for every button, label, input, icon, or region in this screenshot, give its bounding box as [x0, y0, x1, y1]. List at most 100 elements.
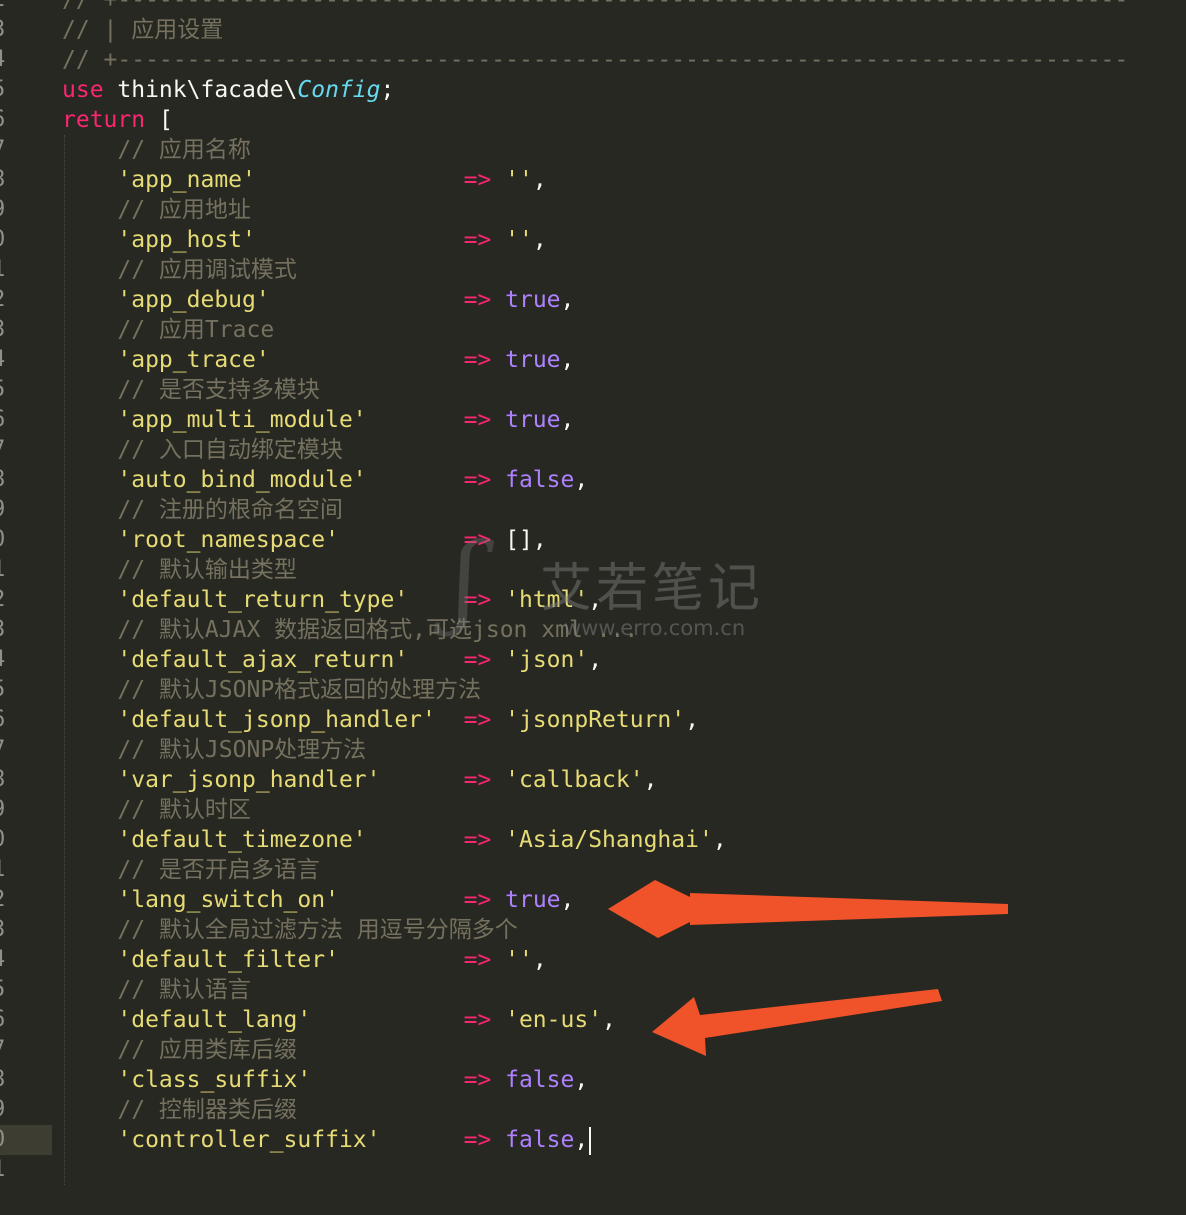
code-line[interactable]: 8 'app_name' => '',	[0, 165, 1186, 195]
line-code[interactable]: use think\facade\Config;	[62, 75, 394, 105]
line-code[interactable]: // 是否开启多语言	[62, 855, 320, 885]
code-line[interactable]: 7 // 入口自动绑定模块	[0, 435, 1186, 465]
code-line[interactable]: 0 'app_host' => '',	[0, 225, 1186, 255]
code-line[interactable]: 9 // 控制器类后缀	[0, 1095, 1186, 1125]
line-code[interactable]: // 默认全局过滤方法 用逗号分隔多个	[62, 915, 517, 945]
line-code[interactable]: // 默认输出类型	[62, 555, 297, 585]
code-token: 'json'	[491, 647, 589, 673]
code-line[interactable]: 3 // 应用Trace	[0, 315, 1186, 345]
code-line[interactable]: 0 'root_namespace' => [],	[0, 525, 1186, 555]
code-line[interactable]: 5 // 默认JSONP格式返回的处理方法	[0, 675, 1186, 705]
line-code[interactable]: // 应用调试模式	[62, 255, 297, 285]
line-code[interactable]: 'app_multi_module' => true,	[62, 405, 574, 435]
code-line[interactable]: 5 // 默认语言	[0, 975, 1186, 1005]
code-line[interactable]: 7 // 默认JSONP处理方法	[0, 735, 1186, 765]
code-token: ,	[532, 227, 547, 253]
code-token: // 应用类库后缀	[62, 1037, 297, 1063]
line-number: 9	[0, 795, 12, 825]
code-line[interactable]: 6 'default_jsonp_handler' => 'jsonpRetur…	[0, 705, 1186, 735]
code-editor[interactable]: 2 // +-----------------------------------…	[0, 0, 1186, 1215]
line-code[interactable]: 'default_jsonp_handler' => 'jsonpReturn'…	[62, 705, 699, 735]
code-line[interactable]: 4 // +-----------------------------------…	[0, 45, 1186, 75]
code-line[interactable]: 2 'app_debug' => true,	[0, 285, 1186, 315]
code-token: // 默认JSONP格式返回的处理方法	[62, 677, 482, 703]
line-code[interactable]: 'default_filter' => '',	[62, 945, 546, 975]
code-line[interactable]: 1 // 默认输出类型	[0, 555, 1186, 585]
line-code[interactable]: // 入口自动绑定模块	[62, 435, 343, 465]
line-code[interactable]: 'default_ajax_return' => 'json',	[62, 645, 602, 675]
line-code[interactable]: // 应用地址	[62, 195, 251, 225]
line-code[interactable]: // 默认JSONP处理方法	[62, 735, 366, 765]
line-code[interactable]: 'controller_suffix' => false,	[62, 1125, 592, 1155]
code-line[interactable]: 3 // | 应用设置	[0, 15, 1186, 45]
code-line[interactable]: 9 // 注册的根命名空间	[0, 495, 1186, 525]
line-code[interactable]: 'class_suffix' => false,	[62, 1065, 588, 1095]
code-token: // 应用Trace	[62, 317, 275, 343]
line-code[interactable]: // 默认JSONP格式返回的处理方法	[62, 675, 481, 705]
code-line[interactable]: 5 use think\facade\Config;	[0, 75, 1186, 105]
line-code[interactable]: 'app_host' => '',	[62, 225, 547, 255]
code-line[interactable]: 6 'app_multi_module' => true,	[0, 405, 1186, 435]
code-line[interactable]: 8 'class_suffix' => false,	[0, 1065, 1186, 1095]
line-code[interactable]: // +------------------------------------…	[62, 45, 1128, 75]
line-code[interactable]: 'default_lang' => 'en-us',	[62, 1005, 616, 1035]
code-line[interactable]: 0 'default_timezone' => 'Asia/Shanghai',	[0, 825, 1186, 855]
code-token: ,	[588, 587, 603, 613]
code-line[interactable]: 7 // 应用名称	[0, 135, 1186, 165]
code-token: // 应用调试模式	[62, 257, 297, 283]
code-line[interactable]: 4 'default_ajax_return' => 'json',	[0, 645, 1186, 675]
line-code[interactable]: // 默认语言	[62, 975, 251, 1005]
code-line[interactable]: 1	[0, 1155, 1186, 1185]
line-code[interactable]: 'auto_bind_module' => false,	[62, 465, 588, 495]
line-code[interactable]: // | 应用设置	[62, 15, 223, 45]
line-code[interactable]: // 控制器类后缀	[62, 1095, 297, 1125]
code-line[interactable]: 2 'lang_switch_on' => true,	[0, 885, 1186, 915]
code-line[interactable]: 2 'default_return_type' => 'html',	[0, 585, 1186, 615]
code-line[interactable]: 6 'default_lang' => 'en-us',	[0, 1005, 1186, 1035]
code-line[interactable]: 5 // 是否支持多模块	[0, 375, 1186, 405]
code-line[interactable]: 9 // 默认时区	[0, 795, 1186, 825]
line-number: 9	[0, 495, 12, 525]
code-line[interactable]: 1 // 是否开启多语言	[0, 855, 1186, 885]
line-number: 7	[0, 1035, 12, 1065]
line-code[interactable]: // 默认时区	[62, 795, 251, 825]
line-code[interactable]: 'app_debug' => true,	[62, 285, 574, 315]
code-token: // +------------------------------------…	[62, 0, 1129, 13]
line-code[interactable]: // 应用类库后缀	[62, 1035, 297, 1065]
line-code[interactable]: 'root_namespace' => [],	[62, 525, 546, 555]
line-code[interactable]: 'var_jsonp_handler' => 'callback',	[62, 765, 657, 795]
code-token: 'jsonpReturn'	[491, 707, 686, 733]
code-line[interactable]: 3 // 默认AJAX 数据返回格式,可选json xml ...	[0, 615, 1186, 645]
code-line[interactable]: 8 'auto_bind_module' => false,	[0, 465, 1186, 495]
line-number: 8	[0, 1065, 12, 1095]
code-line[interactable]: 2 // +-----------------------------------…	[0, 0, 1186, 15]
code-token: // 默认JSONP处理方法	[62, 737, 367, 763]
code-token: =>	[338, 947, 492, 973]
line-code[interactable]: 'lang_switch_on' => true,	[62, 885, 574, 915]
code-token: 'html'	[491, 587, 589, 613]
code-line[interactable]: 6 return [	[0, 105, 1186, 135]
code-line[interactable]: 0 'controller_suffix' => false,	[0, 1125, 1186, 1155]
code-line[interactable]: 4 'default_filter' => '',	[0, 945, 1186, 975]
code-token: 'app_debug'	[62, 287, 270, 313]
line-number: 5	[0, 975, 12, 1005]
line-code[interactable]: 'app_trace' => true,	[62, 345, 574, 375]
line-code[interactable]: // 默认AJAX 数据返回格式,可选json xml ...	[62, 615, 638, 645]
line-code[interactable]: // +------------------------------------…	[62, 0, 1128, 15]
line-code[interactable]: // 应用Trace	[62, 315, 274, 345]
code-line[interactable]: 7 // 应用类库后缀	[0, 1035, 1186, 1065]
line-code[interactable]: // 是否支持多模块	[62, 375, 320, 405]
code-token: 'root_namespace'	[62, 527, 339, 553]
code-line[interactable]: 9 // 应用地址	[0, 195, 1186, 225]
line-number: 1	[0, 555, 12, 585]
line-code[interactable]: 'default_timezone' => 'Asia/Shanghai',	[62, 825, 726, 855]
code-line[interactable]: 8 'var_jsonp_handler' => 'callback',	[0, 765, 1186, 795]
code-line[interactable]: 3 // 默认全局过滤方法 用逗号分隔多个	[0, 915, 1186, 945]
code-line[interactable]: 4 'app_trace' => true,	[0, 345, 1186, 375]
code-line[interactable]: 1 // 应用调试模式	[0, 255, 1186, 285]
line-code[interactable]: // 注册的根命名空间	[62, 495, 343, 525]
line-code[interactable]: // 应用名称	[62, 135, 251, 165]
line-code[interactable]: 'app_name' => '',	[62, 165, 546, 195]
line-code[interactable]: 'default_return_type' => 'html',	[62, 585, 602, 615]
line-code[interactable]: return [	[62, 105, 173, 135]
